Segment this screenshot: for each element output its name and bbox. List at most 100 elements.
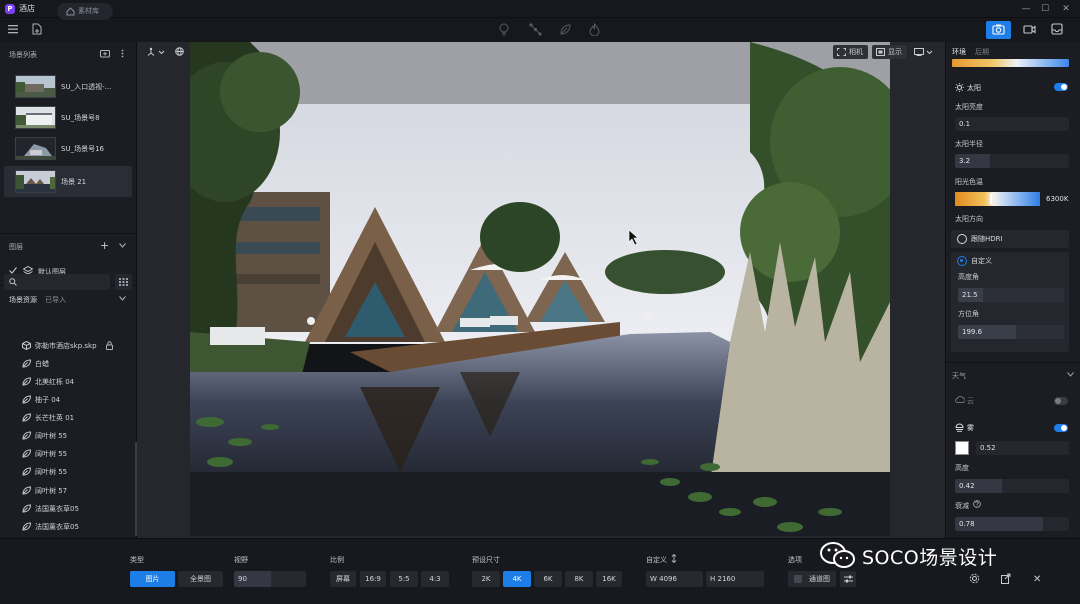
fog-height-label: 高度 bbox=[955, 464, 969, 472]
leaf-icon bbox=[22, 395, 31, 404]
tab-environment[interactable]: 环境 bbox=[952, 47, 966, 57]
sliders-icon bbox=[843, 575, 853, 583]
custom-size-label: 自定义 bbox=[646, 556, 667, 564]
asset-item-model[interactable]: 弥勒市酒店skp.skp bbox=[22, 339, 118, 353]
flame-icon[interactable] bbox=[589, 23, 600, 36]
minimize-button[interactable]: — bbox=[1019, 2, 1033, 16]
fog-color-swatch[interactable] bbox=[955, 441, 969, 455]
path-nodes-icon[interactable] bbox=[529, 23, 542, 36]
scene-item[interactable]: SU_入口透视-... bbox=[4, 71, 132, 102]
import-file-icon[interactable] bbox=[32, 23, 42, 35]
material-library-label: 素材库 bbox=[78, 7, 99, 15]
fog-height-slider[interactable]: 0.42 bbox=[955, 479, 1069, 493]
scene-item-active[interactable]: 场景 21 bbox=[4, 166, 132, 197]
grid-view-button[interactable] bbox=[115, 274, 132, 290]
ratio-16-9-button[interactable]: 16:9 bbox=[360, 571, 386, 587]
slider-handle[interactable] bbox=[990, 194, 992, 204]
check-icon[interactable] bbox=[9, 267, 17, 274]
cloud-icon bbox=[955, 396, 965, 403]
chevron-down-icon[interactable] bbox=[119, 296, 126, 301]
sun-direction-label: 太阳方向 bbox=[955, 215, 983, 223]
ratio-screen-button[interactable]: 屏幕 bbox=[330, 571, 356, 587]
scene-thumbnail bbox=[15, 106, 56, 129]
maximize-button[interactable]: ☐ bbox=[1038, 2, 1052, 16]
camera-toggle-button[interactable]: 相机 bbox=[833, 45, 868, 59]
azimuth-slider[interactable]: 199.6 bbox=[958, 325, 1064, 339]
chevron-down-icon[interactable] bbox=[1067, 372, 1074, 377]
checkbox[interactable] bbox=[794, 575, 802, 583]
scene-item[interactable]: SU_场景号16 bbox=[4, 133, 132, 164]
height-input[interactable]: H 2160 bbox=[706, 571, 764, 587]
radio-follow-hdri[interactable]: 跟随HDRI bbox=[951, 230, 1069, 248]
scene-name: 场景 21 bbox=[61, 178, 87, 186]
export-icon[interactable] bbox=[1001, 573, 1011, 584]
globe-icon[interactable] bbox=[175, 47, 184, 56]
fog-decay-label: 衰减 bbox=[955, 502, 969, 510]
leaf-icon bbox=[22, 486, 31, 495]
home-icon bbox=[66, 7, 75, 16]
sun-radius-slider[interactable]: 3.2 bbox=[955, 154, 1069, 168]
type-panorama-button[interactable]: 全景图 bbox=[178, 571, 223, 587]
help-icon[interactable] bbox=[973, 500, 981, 508]
channel-map-checkbox[interactable]: 通道图 bbox=[788, 571, 836, 587]
sun-enabled-toggle[interactable] bbox=[1054, 83, 1068, 91]
wechat-logo-icon bbox=[820, 542, 855, 568]
inbox-icon[interactable] bbox=[1051, 23, 1063, 35]
fov-label: 视野 bbox=[234, 556, 248, 564]
tab-scene-assets[interactable]: 场景资源 bbox=[9, 295, 37, 305]
sun-section-title: 太阳 bbox=[967, 84, 981, 92]
asset-search-input[interactable] bbox=[4, 274, 110, 290]
sun-color-temp-value: 6300K bbox=[1046, 195, 1069, 203]
channel-settings-button[interactable] bbox=[840, 571, 856, 587]
scene-thumbnail bbox=[15, 170, 56, 193]
video-camera-icon[interactable] bbox=[1023, 23, 1036, 35]
scene-item[interactable]: SU_场景号8 bbox=[4, 102, 132, 133]
transform-gizmo-icon[interactable] bbox=[146, 47, 166, 57]
altitude-slider[interactable]: 21.5 bbox=[958, 288, 1064, 302]
ratio-4-3-button[interactable]: 4:3 bbox=[421, 571, 449, 587]
tab-imported[interactable]: 已导入 bbox=[45, 295, 66, 305]
sun-brightness-field[interactable]: 0.1 bbox=[955, 117, 1069, 131]
render-image-mode-button[interactable] bbox=[986, 21, 1011, 39]
lock-icon[interactable] bbox=[106, 341, 113, 350]
chevron-down-icon[interactable] bbox=[119, 243, 126, 248]
light-bulb-icon[interactable] bbox=[498, 23, 510, 36]
material-library-button[interactable]: 素材库 bbox=[57, 3, 113, 20]
cloud-enabled-toggle[interactable] bbox=[1054, 397, 1068, 405]
leaf-icon[interactable] bbox=[559, 23, 572, 36]
fog-density-field[interactable]: 0.52 bbox=[976, 441, 1069, 455]
ratio-5-5-button[interactable]: 5:5 bbox=[390, 571, 418, 587]
close-window-button[interactable]: ✕ bbox=[1059, 2, 1073, 16]
add-layer-icon[interactable]: + bbox=[100, 240, 109, 251]
frame-corners-icon bbox=[837, 48, 846, 56]
layout-dropdown-icon[interactable] bbox=[914, 47, 934, 57]
add-scene-icon[interactable] bbox=[100, 49, 110, 58]
settings-gear-icon[interactable] bbox=[969, 573, 980, 584]
display-toggle-button[interactable]: 显示 bbox=[872, 45, 907, 59]
color-gradient-strip[interactable] bbox=[952, 59, 1069, 67]
preset-6k-button[interactable]: 6K bbox=[534, 571, 562, 587]
menu-icon[interactable] bbox=[8, 24, 19, 34]
width-input[interactable]: W 4096 bbox=[646, 571, 703, 587]
rendered-scene-image[interactable] bbox=[190, 42, 890, 536]
fog-enabled-toggle[interactable] bbox=[1054, 424, 1068, 432]
weather-section-title: 天气 bbox=[952, 372, 966, 380]
tab-post[interactable]: 后期 bbox=[975, 47, 989, 57]
app-logo-icon: P bbox=[5, 4, 15, 14]
fov-slider[interactable]: 90 bbox=[234, 571, 306, 587]
swap-dimensions-icon[interactable] bbox=[671, 554, 677, 563]
close-icon[interactable]: ✕ bbox=[1033, 574, 1041, 585]
preset-2k-button[interactable]: 2K bbox=[472, 571, 500, 587]
more-options-icon[interactable] bbox=[121, 49, 124, 58]
leaf-icon bbox=[22, 504, 31, 513]
type-image-button[interactable]: 图片 bbox=[130, 571, 175, 587]
preset-4k-button[interactable]: 4K bbox=[503, 571, 531, 587]
divider bbox=[0, 233, 137, 234]
preset-16k-button[interactable]: 16K bbox=[596, 571, 622, 587]
sun-color-temp-slider[interactable] bbox=[955, 192, 1040, 206]
fog-decay-slider[interactable]: 0.78 bbox=[955, 517, 1069, 531]
layers-header: 图层 bbox=[9, 243, 23, 251]
preset-8k-button[interactable]: 8K bbox=[565, 571, 593, 587]
leaf-icon bbox=[22, 377, 31, 386]
cloud-label: 云 bbox=[967, 397, 974, 405]
